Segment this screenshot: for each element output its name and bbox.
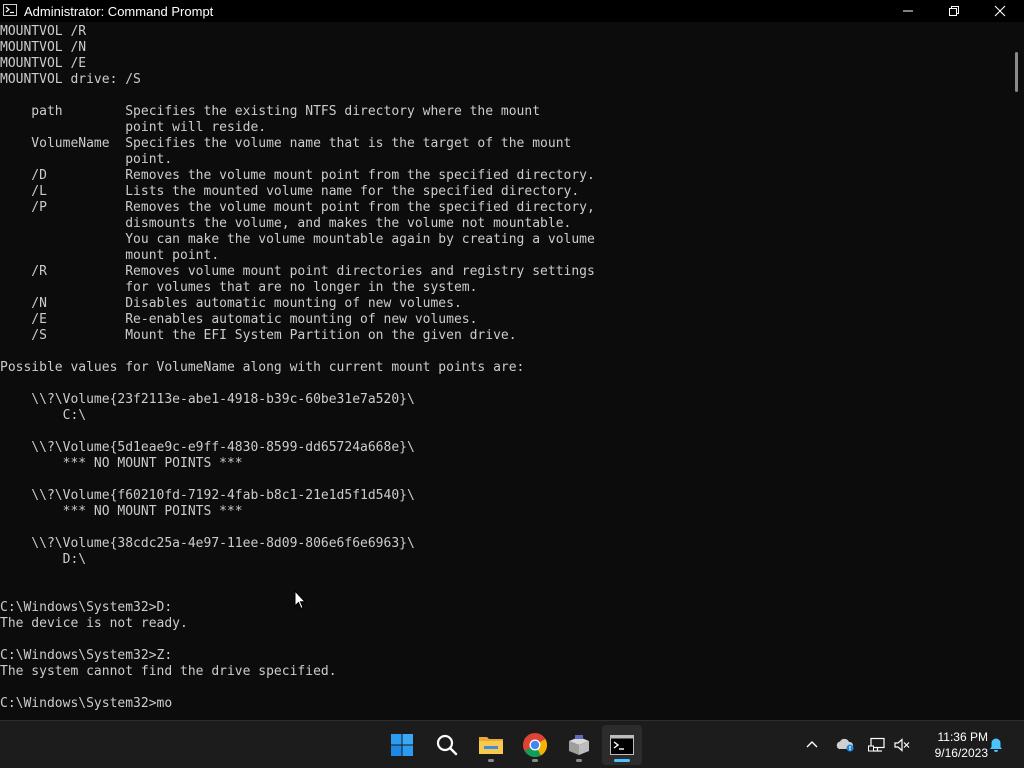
minimize-button[interactable] [885,0,931,22]
terminal-line: point will reside. [0,120,267,135]
terminal-line: \\?\Volume{23f2113e-abe1-4918-b39c-60be3… [0,392,415,407]
terminal-line: \\?\Volume{f60210fd-7192-4fab-b8c1-21e1d… [0,488,415,503]
search-button[interactable] [427,725,467,765]
terminal-line: /S Mount the EFI System Partition on the… [0,328,517,343]
terminal-line: C:\Windows\System32>D: [0,600,173,615]
volume-button[interactable] [891,734,913,756]
terminal-line: C:\ [0,408,87,423]
close-button[interactable] [977,0,1023,22]
restore-button[interactable] [931,0,977,22]
active-indicator [614,759,630,762]
terminal-line: Possible values for VolumeName along wit… [0,360,525,375]
terminal-line: VolumeName Specifies the volume name tha… [0,136,572,151]
terminal-line: C:\Windows\System32>mo [0,696,173,711]
show-hidden-icons-button[interactable] [801,734,823,756]
window-title: Administrator: Command Prompt [24,4,214,19]
terminal-icon [610,735,634,755]
terminal-line: /P Removes the volume mount point from t… [0,200,595,215]
terminal-line: path Specifies the existing NTFS directo… [0,104,541,119]
restore-icon [949,6,959,16]
terminal-line: /E Re-enables automatic mounting of new … [0,312,478,327]
file-explorer-button[interactable] [471,725,511,765]
close-icon [994,5,1006,17]
network-button[interactable] [866,734,888,756]
terminal-line: for volumes that are no longer in the sy… [0,280,478,295]
clock-time: 11:36 PM [937,730,988,744]
package-icon [569,735,589,755]
chrome-button[interactable] [515,725,555,765]
folder-icon [479,737,503,754]
terminal-line: MOUNTVOL drive: /S [0,72,141,87]
terminal-line: point. [0,152,173,167]
minimize-icon [903,10,913,12]
onedrive-icon [836,738,854,752]
terminal-line: mount point. [0,248,220,263]
terminal-line: You can make the volume mountable again … [0,232,595,247]
system-clock[interactable]: 11:36 PM 9/16/2023 [918,729,988,761]
command-prompt-app-icon [3,4,17,16]
volume-muted-icon [894,738,910,752]
terminal-line: dismounts the volume, and makes the volu… [0,216,572,231]
terminal-line: /L Lists the mounted volume name for the… [0,184,580,199]
running-indicator [532,759,538,762]
installer-app-button[interactable] [559,725,599,765]
terminal-line: MOUNTVOL /N [0,40,87,55]
vertical-scrollbar[interactable] [1004,22,1024,720]
terminal-line: /R Removes volume mount point directorie… [0,264,595,279]
running-indicator [488,759,494,762]
taskbar: 11:36 PM 9/16/2023 [0,720,1024,768]
terminal-line: \\?\Volume{38cdc25a-4e97-11ee-8d09-806e6… [0,536,415,551]
terminal-line: The system cannot find the drive specifi… [0,664,337,679]
terminal-line: MOUNTVOL /R [0,24,87,39]
chrome-icon [523,733,548,758]
title-bar[interactable]: Administrator: Command Prompt [0,0,1024,22]
windows-logo-icon [391,734,413,756]
mouse-pointer-icon [294,589,307,614]
chevron-up-icon [806,741,818,748]
terminal-line: /D Removes the volume mount point from t… [0,168,595,183]
terminal-output[interactable]: MOUNTVOL /R MOUNTVOL /N MOUNTVOL /E MOUNTVO… [0,24,1004,720]
scrollbar-thumb[interactable] [1015,52,1018,92]
start-button[interactable] [382,725,422,765]
notification-bell-icon [990,738,1002,752]
clock-date: 9/16/2023 [934,746,988,760]
notifications-button[interactable] [985,734,1007,756]
terminal-line: *** NO MOUNT POINTS *** [0,504,243,519]
terminal-line: *** NO MOUNT POINTS *** [0,456,243,471]
terminal-line: D:\ [0,552,87,567]
network-icon [868,737,885,752]
terminal-line: /N Disables automatic mounting of new vo… [0,296,462,311]
onedrive-button[interactable] [834,734,856,756]
terminal-line: \\?\Volume{5d1eae9c-e9ff-4830-8599-dd657… [0,440,415,455]
command-prompt-taskbar-button[interactable] [602,725,642,765]
terminal-line: The device is not ready. [0,616,188,631]
search-icon [436,734,458,756]
terminal-line: C:\Windows\System32>Z: [0,648,173,663]
terminal-line: MOUNTVOL /E [0,56,87,71]
running-indicator [576,759,582,762]
